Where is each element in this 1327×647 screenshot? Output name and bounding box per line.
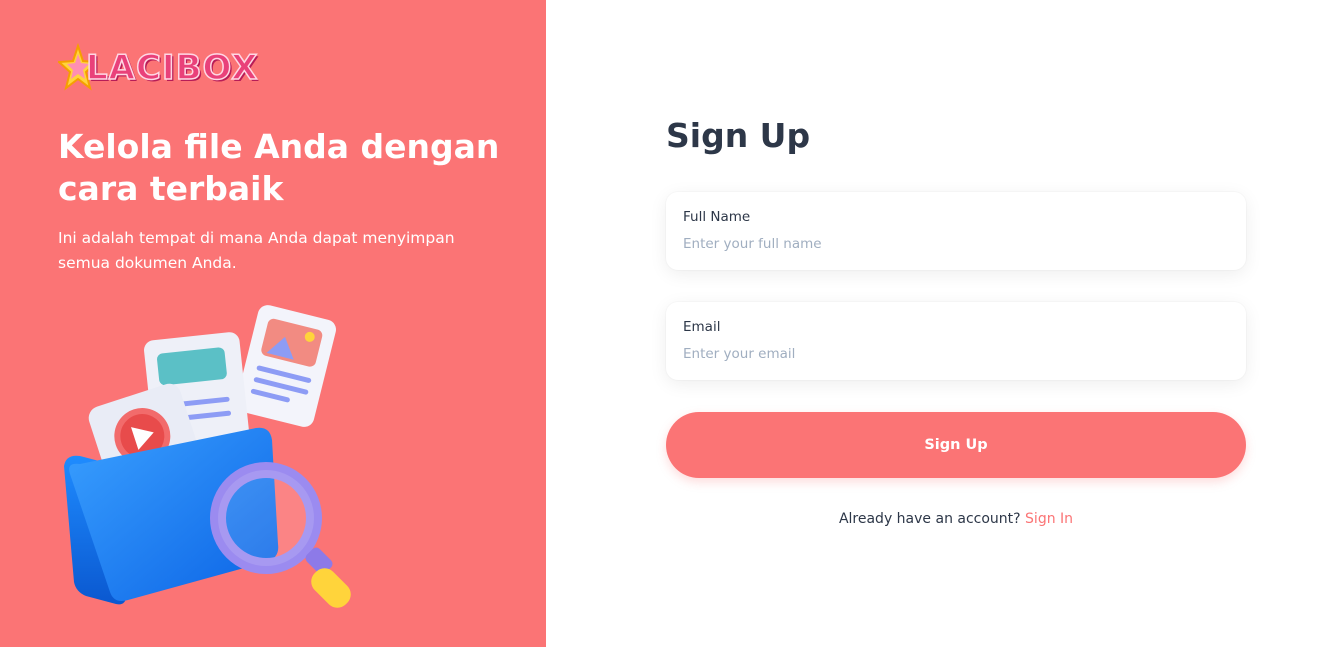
full-name-input[interactable] xyxy=(683,233,1223,255)
hero-subtitle: Ini adalah tempat di mana Anda dapat men… xyxy=(58,229,455,272)
brand-logo: LACIBOX xyxy=(58,42,258,94)
email-label: Email xyxy=(683,319,721,335)
signin-prompt-text: Already have an account? xyxy=(838,511,1021,527)
magnifier-icon xyxy=(210,462,351,608)
hero-panel: LACIBOX Kelola file Anda dengan cara ter… xyxy=(0,0,546,647)
folder-documents-illustration xyxy=(64,305,351,608)
hero-title: Kelola file Anda dengan cara terbaik xyxy=(58,127,500,208)
email-input[interactable] xyxy=(683,343,1223,365)
form-title: Sign Up xyxy=(666,116,811,155)
signup-panel: Sign Up Full Name Email Sign Up Already … xyxy=(546,0,1327,647)
full-name-field[interactable]: Full Name xyxy=(666,192,1246,270)
sign-up-button[interactable]: Sign Up xyxy=(666,412,1246,478)
signin-prompt-row: Already have an account? Sign In xyxy=(666,511,1246,527)
sign-in-link[interactable]: Sign In xyxy=(1025,511,1073,527)
image-document-icon xyxy=(236,305,336,427)
brand-name: LACIBOX xyxy=(85,47,259,89)
email-field[interactable]: Email xyxy=(666,302,1246,380)
full-name-label: Full Name xyxy=(683,209,751,225)
